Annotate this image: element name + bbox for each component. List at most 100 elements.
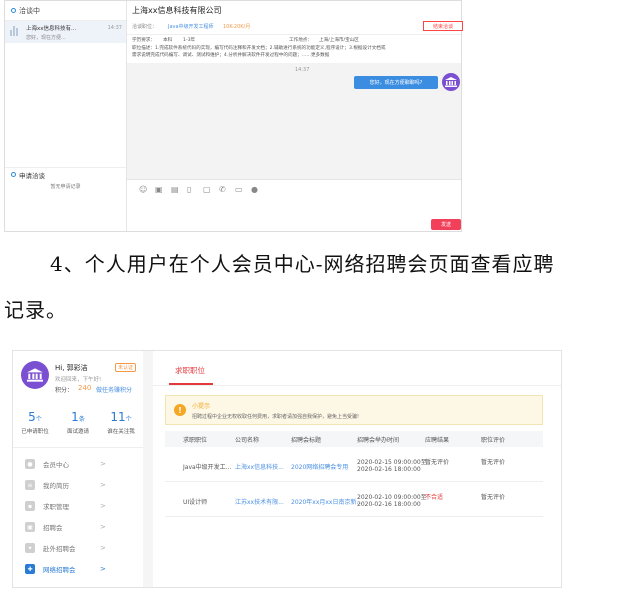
edu-label: 学历要求：	[132, 38, 155, 43]
menu-outside-fair[interactable]: ✦ 赴外招聘会 >	[25, 539, 125, 557]
fair-icon: ▣	[25, 522, 35, 532]
video-icon[interactable]: ▭	[235, 185, 243, 194]
conversation-title: 上海xx信息科技有...	[26, 26, 77, 32]
cell-result: 不合适	[425, 494, 444, 501]
step-text-line-2: 记录。	[4, 298, 67, 322]
network-icon: ✚	[25, 564, 35, 574]
member-avatar[interactable]	[21, 361, 49, 389]
send-label: 发送	[440, 222, 451, 228]
tab-job-positions[interactable]: 求职职位	[175, 365, 205, 376]
position-name[interactable]: Java中级开发工程师	[168, 23, 214, 30]
desc-line-2: 需求说明完成代码编写、调试、测试和维护；4.分析并解决软件开发过程中的问题；………	[132, 52, 330, 58]
stat-applied[interactable]: 5个 已申请职位	[15, 406, 55, 435]
building-icon	[10, 24, 22, 36]
column-header: 应聘结果	[425, 437, 450, 444]
menu-label: 会员中心	[43, 461, 69, 469]
column-header: 招聘会举办时间	[357, 437, 400, 444]
tip-title: 小提示	[192, 403, 211, 410]
end-chat-button[interactable]: 结束洽谈	[423, 21, 463, 31]
menu-label: 网络招聘会	[43, 566, 76, 574]
chat-sidebar: 洽谈中 上海xx信息科技有... 您好，现在方便... 14:37 申请洽谈 暂…	[5, 1, 127, 231]
member-center-screenshot: Hi, 郭彩洁 未认证 欢迎回来，下午好! 积分： 240 做任务赚积分 5个 …	[12, 350, 562, 588]
apply-icon	[11, 172, 16, 177]
location-value: 上海/上海市/宝山区	[319, 38, 359, 43]
header-divider	[127, 34, 461, 35]
chevron-right-icon: >	[100, 460, 106, 468]
tab-divider	[153, 385, 561, 386]
chat-screenshot: 洽谈中 上海xx信息科技有... 您好，现在方便... 14:37 申请洽谈 暂…	[4, 0, 463, 232]
cell-rating: 暂无评价	[481, 494, 506, 501]
greeting: Hi, 郭彩洁	[55, 364, 88, 372]
menu-label: 求职管理	[43, 503, 69, 511]
conversation-preview: 您好，现在方便...	[26, 35, 66, 41]
column-header: 求职职位	[183, 437, 208, 444]
stat-label: 谁在关注我	[107, 429, 135, 435]
column-header: 招聘会标题	[291, 437, 322, 444]
stat-unit: 条	[78, 416, 85, 423]
menu-label: 我的简历	[43, 482, 69, 490]
cell-result: 暂无评价	[425, 459, 450, 466]
file-icon[interactable]: ▤	[171, 185, 179, 194]
position-salary: 10K-20K/月	[223, 24, 251, 30]
message-time: 14:37	[295, 67, 310, 73]
emoji-icon[interactable]: ☺	[139, 185, 147, 194]
menu-job-management[interactable]: ▪ 求职管理 >	[25, 497, 125, 515]
cell-company[interactable]: 上海xx信息科技...	[235, 462, 284, 471]
menu-label: 招聘会	[43, 524, 63, 532]
chat-input-area[interactable]: ☺ ▣ ▤ ▯ ▢ ✆ ▭ ● 发送	[127, 179, 461, 231]
menu-job-fair[interactable]: ▣ 招聘会 >	[25, 518, 125, 536]
cell-time-end: 2020-02-16 18:00:00	[357, 466, 421, 473]
chatting-header: 洽谈中	[5, 1, 126, 21]
member-sidebar: Hi, 郭彩洁 未认证 欢迎回来，下午好! 积分： 240 做任务赚积分 5个 …	[13, 351, 143, 587]
briefcase-icon: ▪	[25, 501, 35, 511]
end-chat-label: 结束洽谈	[432, 23, 453, 30]
menu-member-center[interactable]: ● 会员中心 >	[25, 455, 125, 473]
auth-badge[interactable]: 未认证	[115, 363, 137, 372]
message-text: 您好，现在方便聊聊吗?	[369, 80, 423, 86]
stat-label: 已申请职位	[21, 429, 49, 435]
tip-text: 招聘过程中企业无权收取任何费用，求职者请加强自我保护，避免上当受骗!	[192, 414, 360, 420]
menu-my-resume[interactable]: ≡ 我的简历 >	[25, 476, 125, 494]
chevron-right-icon: >	[100, 523, 106, 531]
cell-company[interactable]: 江苏xx技术有限...	[235, 497, 284, 506]
cell-fair-title[interactable]: 2020网络招聘会专用	[291, 462, 348, 471]
voice-icon[interactable]: ●	[251, 185, 258, 194]
stat-unit: 个	[35, 416, 42, 423]
phone-icon[interactable]: ✆	[219, 185, 226, 194]
stat-interviews[interactable]: 1条 面试邀请	[58, 406, 98, 435]
conversation-time: 14:37	[107, 25, 122, 31]
stat-followers[interactable]: 11个 谁在关注我	[101, 406, 141, 435]
warning-icon: !	[174, 404, 186, 416]
job-description: 职位描述：1.完成软件系统代码的实现，编写代码注释和开发文档；2.辅助进行系统的…	[132, 46, 462, 59]
chat-status-icon	[11, 8, 16, 13]
cell-fair-title[interactable]: 2020年xx月xx日南京新...	[291, 497, 362, 506]
table-row: UI设计师 江苏xx技术有限... 2020年xx月xx日南京新... 2020…	[165, 483, 543, 517]
stat-number: 5	[28, 410, 36, 424]
exp-value: 1-3年	[183, 38, 196, 43]
sidebar-divider	[13, 447, 143, 448]
step-text-line-1: 4、个人用户在个人会员中心-网络招聘会页面查看应聘	[50, 252, 555, 276]
cell-position[interactable]: UI设计师	[183, 497, 207, 506]
send-button[interactable]: 发送	[431, 219, 461, 230]
menu-online-fair[interactable]: ✚ 网络招聘会 >	[25, 560, 125, 578]
note-icon[interactable]: ▢	[203, 185, 211, 194]
location-label: 工作地点：	[289, 38, 312, 43]
message-bubble: 您好，现在方便聊聊吗?	[354, 76, 438, 89]
earn-points-link[interactable]: 做任务赚积分	[96, 385, 132, 394]
cell-time-start: 2020-02-10 09:00:00至	[357, 494, 427, 501]
group-icon: ✦	[25, 543, 35, 553]
chevron-right-icon: >	[100, 544, 106, 552]
image-icon[interactable]: ▣	[155, 185, 163, 194]
resume-icon: ≡	[25, 480, 35, 490]
chevron-right-icon: >	[100, 481, 106, 489]
cell-position[interactable]: Java中级开发工...	[183, 462, 231, 471]
cell-time-start: 2020-02-15 09:00:00至	[357, 459, 427, 466]
edu-value: 本科	[163, 38, 173, 43]
table-header: 求职职位 公司名称 招聘会标题 招聘会举办时间 应聘结果 职位评价	[165, 431, 543, 447]
resume-icon[interactable]: ▯	[187, 185, 191, 194]
cell-time-end: 2020-02-16 18:00:00	[357, 501, 421, 508]
apply-title: 申请洽谈	[19, 171, 45, 180]
chevron-right-icon: >	[100, 502, 106, 510]
bank-icon	[445, 77, 457, 87]
conversation-item[interactable]: 上海xx信息科技有... 您好，现在方便... 14:37	[5, 21, 126, 43]
